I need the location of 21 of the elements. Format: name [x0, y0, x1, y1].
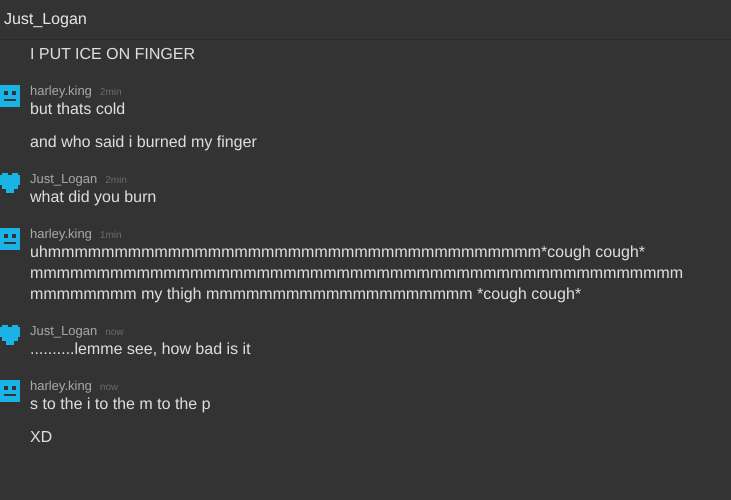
chat-title: Just_Logan: [4, 10, 87, 30]
author-name[interactable]: harley.king: [30, 224, 92, 244]
message-text: mmmmmmmmmmmmmmmmmmmmmmmmmmmmmmmmmmmmmmmmmmmmmmmmm: [30, 264, 684, 284]
robot-face-icon: [0, 85, 20, 107]
message-text: XD: [30, 428, 52, 448]
message-text: uhmmmmmmmmmmmmmmmmmmmmmmmmmmmmmmmmmmmmm*cough cough*: [30, 243, 646, 263]
author-name[interactable]: Just_Logan: [30, 169, 98, 188]
message-text: mmmmmmmm my thigh mmmmmmmmmmmmmmmmmmmm *cough cough*: [30, 285, 582, 305]
message-text: ..........lemme see, how bad is it: [30, 340, 251, 360]
message-text: I PUT ICE ON FINGER: [30, 45, 196, 65]
author-name[interactable]: Just_Logan: [30, 321, 98, 340]
pixel-heart-icon: [0, 325, 20, 347]
robot-face-icon: [0, 380, 20, 402]
message-text: what did you burn: [30, 188, 156, 208]
author-name[interactable]: harley.king: [30, 376, 92, 396]
robot-face-icon: [0, 228, 20, 250]
message-text: and who said i burned my finger: [30, 133, 257, 153]
author-name[interactable]: harley.king: [30, 81, 92, 100]
message-text: s to the i to the m to the p: [30, 395, 211, 415]
message-text: but thats cold: [30, 100, 126, 120]
pixel-heart-icon: [0, 173, 20, 195]
